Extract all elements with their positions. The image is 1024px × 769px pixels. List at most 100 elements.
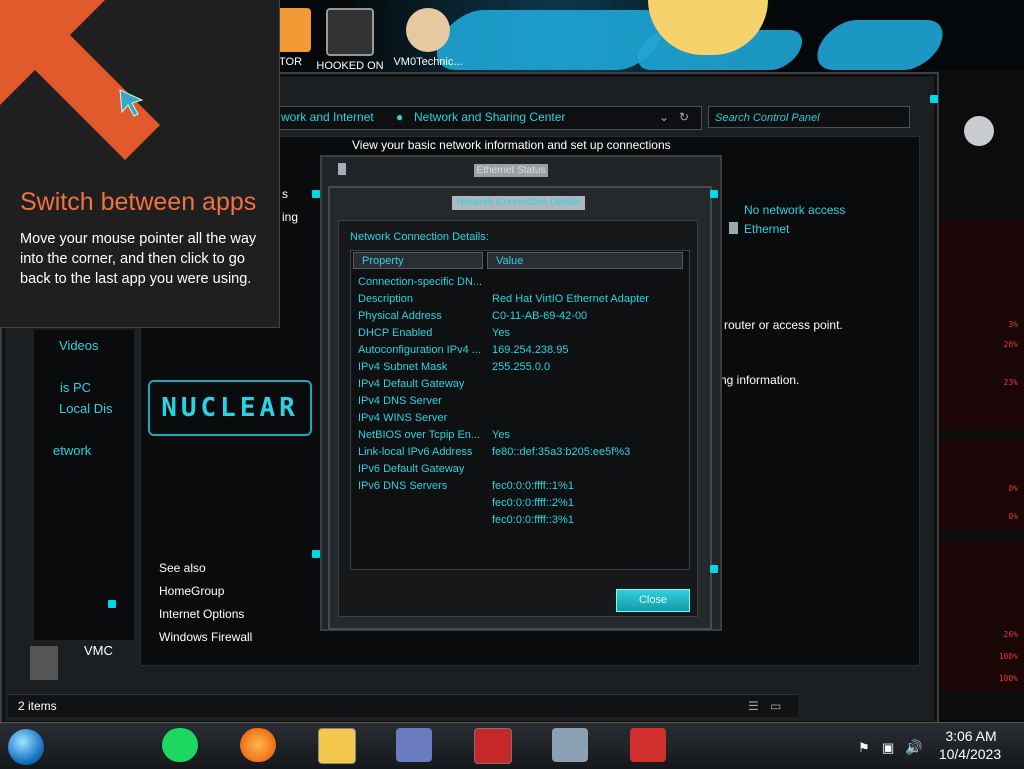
value-cell: Yes	[492, 327, 510, 339]
file-explorer-icon[interactable]	[318, 728, 356, 764]
ethernet-icon	[338, 163, 346, 175]
value-cell: Yes	[492, 429, 510, 441]
property-cell: IPv6 DNS Servers	[358, 480, 448, 492]
close-button[interactable]: Close	[616, 589, 690, 612]
nav-item-network[interactable]: etwork	[53, 443, 91, 458]
gadget-readout: 0%	[1008, 512, 1018, 521]
homegroup-link[interactable]: HomeGroup	[159, 584, 224, 598]
table-row[interactable]: Physical Address C0-11-AB-69-42-00	[358, 310, 684, 327]
see-also-heading: See also	[159, 561, 206, 575]
ethernet-link[interactable]: Ethernet	[744, 222, 789, 236]
game-icon[interactable]	[474, 728, 512, 764]
table-row[interactable]: Link-local IPv6 Address fe80::def:35a3:b2…	[358, 446, 684, 463]
info-text: ting information.	[714, 373, 800, 387]
flag-icon[interactable]: ⚑	[858, 740, 870, 756]
table-row[interactable]: IPv6 DNS Servers fec0:0:0:ffff::1%1	[358, 480, 684, 497]
property-cell: Description	[358, 293, 414, 305]
control-panel-icon[interactable]	[396, 728, 432, 762]
router-text: a router or access point.	[714, 318, 843, 332]
game-icon	[326, 8, 374, 56]
value-cell: Red Hat VirtIO Ethernet Adapter	[492, 293, 649, 305]
table-row[interactable]: IPv4 DNS Server	[358, 395, 684, 412]
nuclear-logo: NUCLEAR	[148, 380, 312, 436]
breadcrumb-separator-icon: ●	[396, 110, 404, 124]
breadcrumb-sharing-center[interactable]: Network and Sharing Center	[414, 110, 565, 124]
table-row[interactable]: IPv4 Subnet Mask 255.255.0.0	[358, 361, 684, 378]
column-header-value[interactable]: Value	[487, 252, 683, 269]
left-text-partial: s	[282, 187, 288, 201]
nav-item-this-pc[interactable]: is PC	[60, 380, 91, 395]
breadcrumb-network-internet[interactable]: work and Internet	[281, 110, 374, 124]
table-row[interactable]: IPv4 WINS Server	[358, 412, 684, 429]
status-bar: 2 items ☰ ▭	[8, 694, 798, 717]
table-row[interactable]: Connection-specific DN...	[358, 276, 684, 293]
desktop-icon-label: HOOKED ON	[316, 60, 384, 72]
windows-firewall-link[interactable]: Windows Firewall	[159, 630, 252, 644]
refresh-icon[interactable]: ↻	[679, 110, 689, 124]
network-tray-icon[interactable]: ▣	[882, 740, 894, 756]
table-row[interactable]: Description Red Hat VirtIO Ethernet Adapt…	[358, 293, 684, 310]
spotify-icon[interactable]	[162, 728, 198, 762]
dialog-title: Network Connection Details	[452, 196, 585, 210]
item-count: 2 items	[18, 699, 57, 713]
value-cell: 169.254.238.95	[492, 344, 569, 356]
table-row[interactable]: NetBIOS over Tcpip En... Yes	[358, 429, 684, 446]
search-input[interactable]: Search Control Panel	[708, 106, 910, 128]
chevron-down-icon[interactable]: ⌄	[659, 110, 669, 124]
column-header-property[interactable]: Property	[353, 252, 483, 269]
frame-decoration	[312, 190, 320, 198]
nav-item-videos[interactable]: Videos	[59, 338, 99, 353]
system-monitor-gadget: 3% 26% 23% 0% 0% 26% 100% 100%	[930, 70, 1024, 720]
mouse-pointer-icon	[119, 89, 144, 117]
property-cell: IPv4 Default Gateway	[358, 378, 465, 390]
navigation-pane	[34, 330, 134, 640]
property-cell: Connection-specific DN...	[358, 276, 483, 288]
gadget-readout: 100%	[998, 674, 1018, 683]
property-cell: IPv4 WINS Server	[358, 412, 448, 424]
gadget-readout: 3%	[1008, 320, 1018, 329]
access-type-value: No network access	[744, 203, 846, 217]
volume-icon[interactable]: 🔊	[905, 739, 922, 756]
network-monitor-icon[interactable]	[552, 728, 588, 762]
property-cell: Link-local IPv6 Address	[358, 446, 473, 458]
desktop-icon[interactable]: VM0Technic...	[393, 8, 463, 68]
tip-body: Move your mouse pointer all the way into…	[20, 231, 257, 287]
table-row[interactable]: IPv6 Default Gateway	[358, 463, 684, 480]
internet-options-link[interactable]: Internet Options	[159, 607, 244, 621]
frame-decoration	[930, 95, 938, 103]
table-row[interactable]: fec0:0:0:ffff::2%1	[358, 497, 684, 514]
tip-title: Switch between apps	[20, 188, 257, 216]
table-row[interactable]: DHCP Enabled Yes	[358, 327, 684, 344]
nav-item-local-disk[interactable]: Local Dis	[59, 401, 112, 416]
clock-date[interactable]: 10/4/2023	[934, 746, 1006, 762]
page-heading: View your basic network information and …	[352, 138, 671, 152]
vm-app-icon	[30, 646, 58, 680]
table-row[interactable]: fec0:0:0:ffff::3%1	[358, 514, 684, 531]
property-cell: IPv4 Subnet Mask	[358, 361, 448, 373]
clock-time[interactable]: 3:06 AM	[940, 728, 1002, 744]
property-cell: Physical Address	[358, 310, 442, 322]
hot-corner-tip: Switch between apps Move your mouse poin…	[0, 0, 280, 328]
frame-decoration	[312, 550, 320, 558]
desktop-icon-label: VM0Technic...	[393, 56, 463, 68]
ethernet-icon	[729, 222, 738, 234]
nav-extra-label: VMC	[84, 643, 113, 658]
details-view-icon[interactable]: ☰	[748, 699, 759, 713]
gadget-readout: 23%	[1003, 378, 1018, 387]
value-cell: C0-11-AB-69-42-00	[492, 310, 588, 322]
gadget-readout: 0%	[1008, 484, 1018, 493]
firefox-icon[interactable]	[240, 728, 276, 762]
property-cell: IPv4 DNS Server	[358, 395, 442, 407]
large-icons-view-icon[interactable]: ▭	[770, 699, 781, 713]
table-row[interactable]: IPv4 Default Gateway	[358, 378, 684, 395]
table-row[interactable]: Autoconfiguration IPv4 ... 169.254.238.95	[358, 344, 684, 361]
doctor-icon	[406, 8, 450, 52]
value-cell: fec0:0:0:ffff::1%1	[492, 480, 574, 492]
value-cell: fec0:0:0:ffff::3%1	[492, 514, 574, 526]
property-cell: DHCP Enabled	[358, 327, 433, 339]
news-icon[interactable]	[630, 728, 666, 762]
start-orb-icon[interactable]	[8, 729, 44, 765]
gadget-readout: 100%	[998, 652, 1018, 661]
desktop-icon[interactable]: HOOKED ON	[315, 8, 385, 72]
alien-logo-icon	[964, 116, 994, 146]
